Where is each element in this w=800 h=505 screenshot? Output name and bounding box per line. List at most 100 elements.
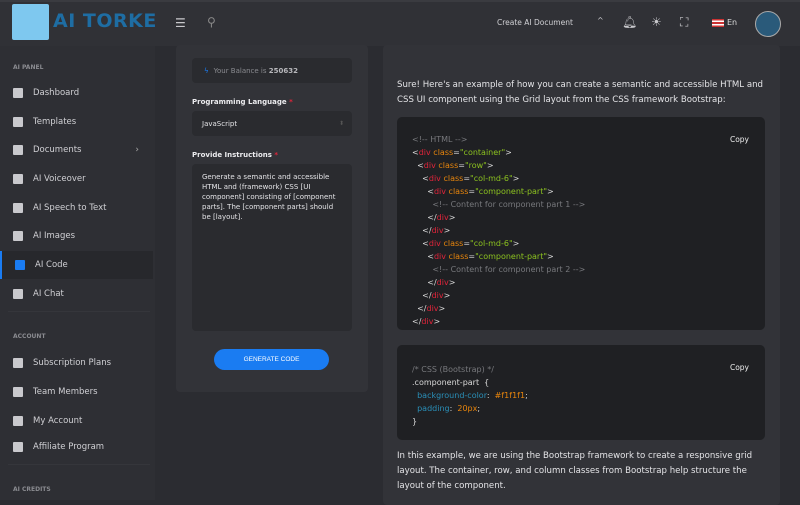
- html-code-block: Copy <!-- HTML --> <div class="container"…: [397, 117, 765, 330]
- dashboard-icon: [13, 88, 23, 98]
- code-token: div: [421, 317, 434, 326]
- create-ai-document-menu[interactable]: Create AI Document: [497, 18, 573, 27]
- language-label[interactable]: En: [727, 18, 737, 27]
- sidebar-item-label: My Account: [33, 416, 83, 426]
- sidebar-item-label: Dashboard: [33, 88, 80, 98]
- code-line: <div class="col-md-6">: [412, 237, 750, 250]
- code-token: 20px: [457, 404, 478, 413]
- copy-button[interactable]: Copy: [730, 363, 749, 372]
- code-token: </: [412, 291, 432, 300]
- sidebar-item-documents[interactable]: Documents ›: [0, 136, 153, 164]
- code-line: <!-- Content for component part 1 -->: [412, 198, 750, 211]
- us-flag-icon[interactable]: [712, 19, 724, 27]
- sidebar-item-team-members[interactable]: Team Members: [0, 378, 153, 406]
- code-token: /* CSS (Bootstrap) */: [412, 365, 494, 374]
- sidebar-item-ai-voiceover[interactable]: AI Voiceover: [0, 165, 153, 193]
- code-token: </: [412, 226, 432, 235]
- code-token: >: [443, 291, 451, 300]
- chevron-up-icon[interactable]: ^: [597, 16, 604, 25]
- sidebar-item-dashboard[interactable]: Dashboard: [0, 79, 153, 107]
- image-icon: [13, 231, 23, 241]
- code-token: div: [431, 226, 444, 235]
- logo-icon[interactable]: [12, 4, 49, 40]
- avatar[interactable]: [755, 11, 781, 37]
- search-icon[interactable]: ⚲: [207, 15, 216, 29]
- code-line: <!-- Content for component part 2 -->: [412, 263, 750, 276]
- code-token: "component-part": [475, 187, 548, 196]
- code-token: div: [423, 161, 436, 170]
- code-token: >: [547, 252, 554, 261]
- generate-code-button[interactable]: GENERATE CODE: [214, 349, 329, 370]
- code-token: div: [431, 291, 444, 300]
- sidebar-item-ai-chat[interactable]: AI Chat: [0, 280, 153, 308]
- code-token: >: [448, 278, 456, 287]
- code-token: >: [512, 174, 520, 183]
- sidebar-item-label: Templates: [33, 117, 77, 127]
- bell-icon[interactable]: 🔔︎: [622, 15, 637, 29]
- sidebar: AI PANEL ACCOUNT AI CREDITS Dashboard Templa…: [0, 46, 155, 500]
- sidebar-divider: [8, 311, 150, 312]
- folder-icon: [13, 145, 23, 155]
- code-line: </div>: [412, 224, 750, 237]
- code-token: </: [412, 317, 422, 326]
- code-token: >: [505, 148, 512, 157]
- code-token: >: [448, 213, 456, 222]
- code-token: div: [426, 304, 439, 313]
- code-line: </div>: [412, 315, 750, 328]
- language-select[interactable]: JavaScript ⬍: [192, 111, 352, 136]
- copy-button[interactable]: Copy: [730, 135, 749, 144]
- code-token: <: [412, 239, 429, 248]
- sidebar-item-label: AI Images: [33, 231, 76, 241]
- intro-text: Sure! Here's an example of how you can c…: [397, 80, 763, 105]
- code-line: <div class="component-part">: [412, 185, 750, 198]
- code-line: }: [412, 415, 750, 428]
- code-token: >: [547, 187, 554, 196]
- code-token: <: [412, 148, 419, 157]
- brand-name[interactable]: AI TORKE: [53, 10, 157, 32]
- lightning-icon: ϟ: [204, 66, 209, 75]
- result-card: Sure! Here's an example of how you can c…: [383, 45, 780, 505]
- code-line: <div class="row">: [412, 159, 750, 172]
- sidebar-item-label: Documents: [33, 145, 82, 155]
- code-token: class: [446, 187, 469, 196]
- code-line: /* CSS (Bootstrap) */: [412, 363, 750, 376]
- sidebar-section-heading: ACCOUNT: [13, 333, 46, 340]
- sidebar-item-my-account[interactable]: My Account: [0, 407, 153, 435]
- code-token: #f1f1f1: [494, 391, 526, 400]
- code-token: div: [436, 278, 449, 287]
- sidebar-section-heading: AI CREDITS: [13, 486, 51, 493]
- code-token: >: [438, 304, 446, 313]
- sidebar-item-ai-code[interactable]: AI Code: [0, 251, 153, 279]
- sidebar-item-label: Team Members: [33, 387, 98, 397]
- code-token: div: [428, 174, 441, 183]
- outro-text: In this example, we are using the Bootst…: [397, 451, 753, 491]
- code-line: </div>: [412, 276, 750, 289]
- sidebar-item-ai-speech-to-text[interactable]: AI Speech to Text: [0, 194, 153, 222]
- code-line: <div class="component-part">: [412, 250, 750, 263]
- code-token: class: [440, 239, 464, 248]
- chevron-right-icon: ›: [135, 145, 139, 155]
- code-token: <!-- Content for component part 2 -->: [412, 265, 586, 274]
- code-token: <!-- Content for component part 1 -->: [412, 200, 586, 209]
- balance-value: 250632: [268, 66, 298, 75]
- sidebar-item-ai-images[interactable]: AI Images: [0, 222, 153, 250]
- code-line: </div>: [412, 289, 750, 302]
- code-token: >: [443, 226, 451, 235]
- templates-icon: [13, 117, 23, 127]
- fullscreen-icon[interactable]: ⛶: [680, 15, 688, 30]
- code-token: "col-md-6": [470, 239, 513, 248]
- code-token: "col-md-6": [470, 174, 513, 183]
- code-line: </div>: [412, 211, 750, 224]
- team-icon: [13, 387, 23, 397]
- menu-icon[interactable]: ☰: [175, 16, 186, 30]
- code-token: >: [433, 317, 441, 326]
- sidebar-item-templates[interactable]: Templates: [0, 108, 153, 136]
- sun-icon[interactable]: ☀: [651, 15, 662, 29]
- sidebar-item-subscription-plans[interactable]: Subscription Plans: [0, 349, 153, 377]
- sidebar-item-affiliate-program[interactable]: Affiliate Program: [0, 433, 153, 461]
- sidebar-item-label: AI Speech to Text: [33, 203, 107, 213]
- instructions-textarea[interactable]: Generate a semantic and accessible HTML …: [192, 164, 352, 331]
- code-line: </div>: [412, 302, 750, 315]
- code-token: div: [433, 252, 447, 261]
- code-token: div: [433, 187, 447, 196]
